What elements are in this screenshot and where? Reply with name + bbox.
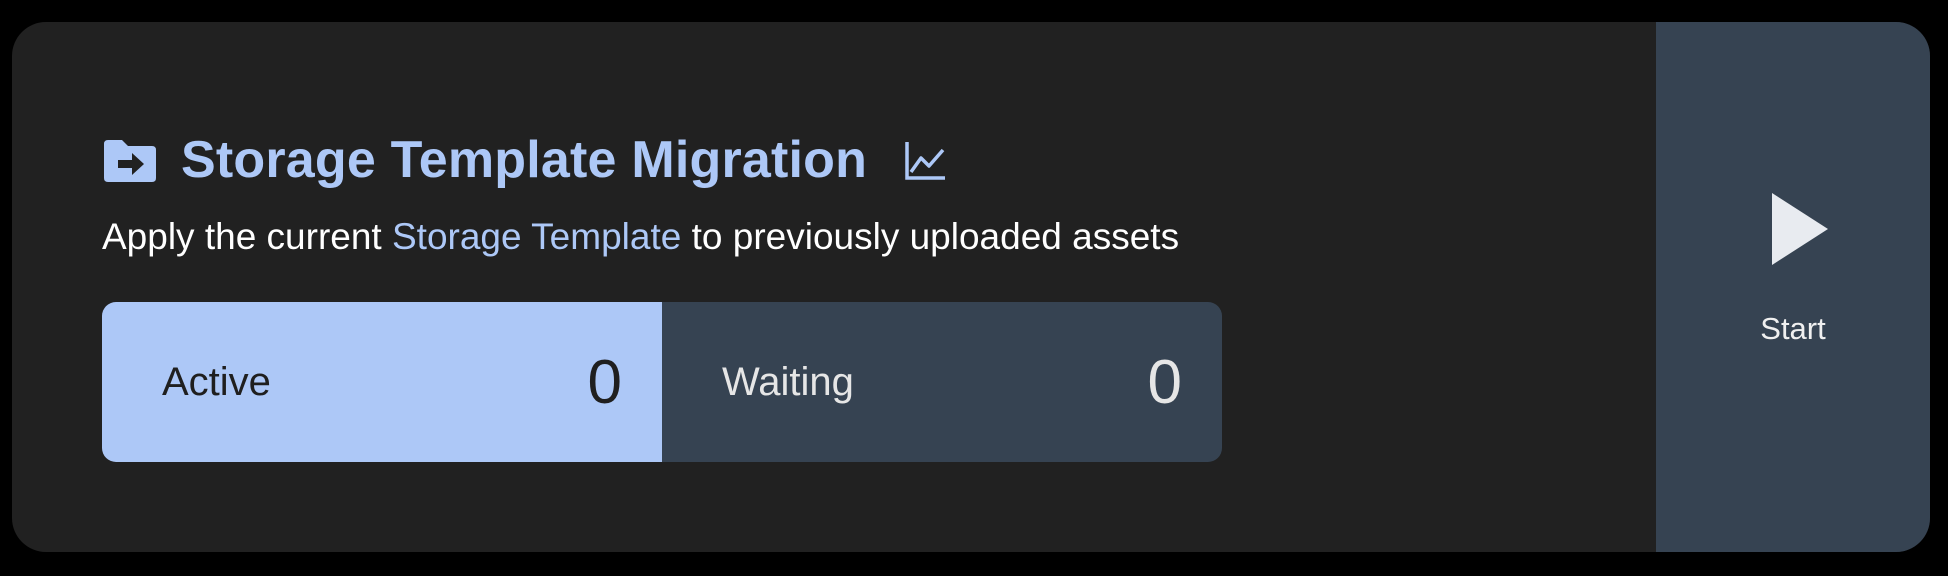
description-prefix: Apply the current bbox=[102, 216, 392, 257]
start-label: Start bbox=[1760, 311, 1826, 346]
start-button[interactable]: Start bbox=[1656, 22, 1930, 552]
waiting-stat: Waiting 0 bbox=[662, 302, 1222, 462]
folder-arrow-icon bbox=[102, 136, 158, 184]
active-count: 0 bbox=[587, 347, 622, 417]
job-card: Storage Template Migration Apply the cur… bbox=[12, 22, 1930, 552]
play-icon bbox=[1772, 193, 1828, 265]
job-title-row: Storage Template Migration bbox=[102, 122, 947, 198]
chart-line-icon[interactable] bbox=[903, 138, 947, 182]
description-suffix: to previously uploaded assets bbox=[681, 216, 1180, 257]
active-stat: Active 0 bbox=[102, 302, 662, 462]
job-description: Apply the current Storage Template to pr… bbox=[102, 212, 1179, 262]
job-content: Storage Template Migration Apply the cur… bbox=[102, 22, 1602, 552]
job-title: Storage Template Migration bbox=[181, 131, 868, 189]
waiting-label: Waiting bbox=[722, 359, 854, 404]
waiting-count: 0 bbox=[1147, 347, 1182, 417]
storage-template-link[interactable]: Storage Template bbox=[392, 216, 681, 257]
job-stats: Active 0 Waiting 0 bbox=[102, 302, 1222, 462]
active-label: Active bbox=[162, 359, 271, 404]
